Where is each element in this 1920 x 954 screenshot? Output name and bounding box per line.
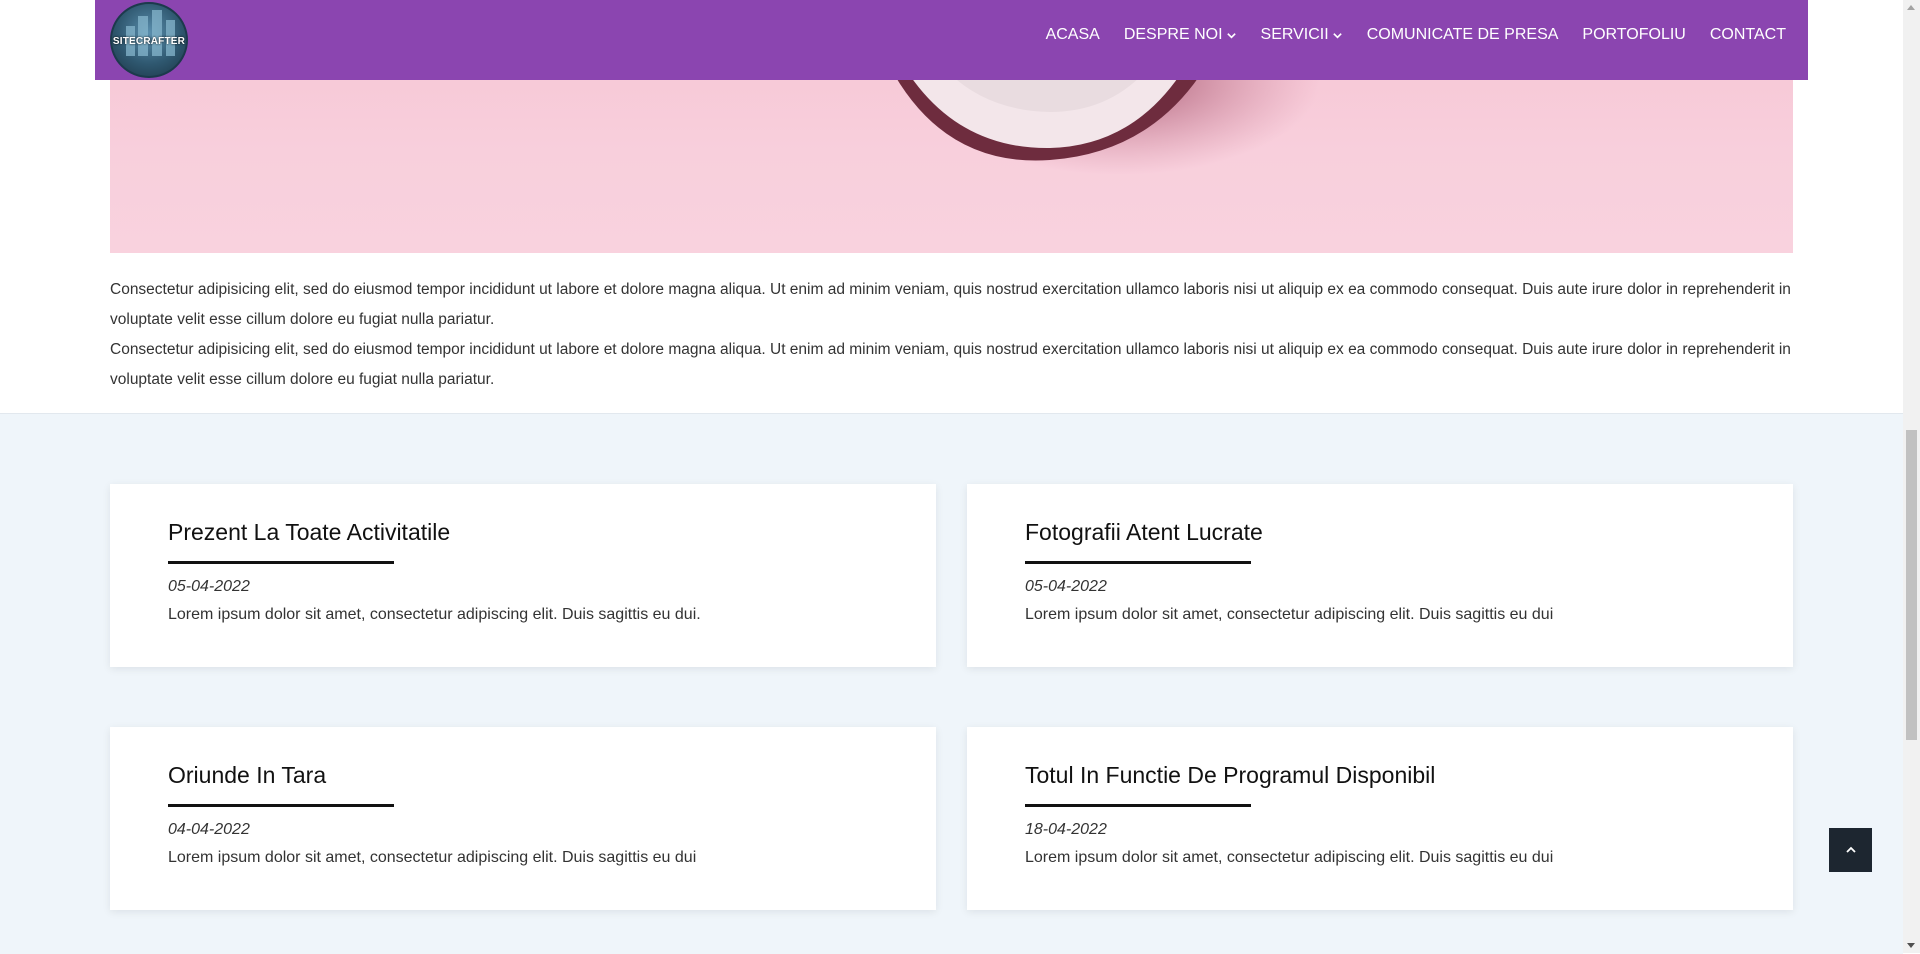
- page-scrollbar[interactable]: [1903, 0, 1920, 953]
- nav-label: CONTACT: [1709, 26, 1786, 43]
- card-date: 05-04-2022: [168, 578, 250, 595]
- nav-label: ACASA: [1045, 26, 1100, 43]
- content-text: Consectetur adipisicing elit, sed do eiu…: [110, 275, 1800, 395]
- scrollbar-thumb[interactable]: [1906, 430, 1917, 740]
- card-date: 18-04-2022: [1025, 821, 1107, 838]
- feature-card: Prezent La Toate Activitatile 05-04-2022…: [110, 484, 936, 667]
- paragraph: Consectetur adipisicing elit, sed do eiu…: [110, 281, 1791, 328]
- card-description: Lorem ipsum dolor sit amet, consectetur …: [168, 849, 697, 866]
- scroll-down-arrow-icon[interactable]: [1907, 943, 1915, 948]
- card-title: Fotografii Atent Lucrate: [1025, 519, 1263, 545]
- nav-label: COMUNICATE DE PRESA: [1366, 26, 1559, 43]
- feature-card: Oriunde In Tara 04-04-2022 Lorem ipsum d…: [110, 727, 936, 910]
- feature-card: Totul In Functie De Programul Disponibil…: [967, 727, 1793, 910]
- card-description: Lorem ipsum dolor sit amet, consectetur …: [168, 606, 701, 623]
- site-logo[interactable]: SITECRAFTER: [110, 2, 188, 78]
- card-date: 05-04-2022: [1025, 578, 1107, 595]
- logo-text: SITECRAFTER: [112, 36, 186, 47]
- nav-label: DESPRE NOI: [1123, 26, 1223, 43]
- chevron-down-icon: [1332, 32, 1342, 39]
- card-description: Lorem ipsum dolor sit amet, consectetur …: [1025, 606, 1554, 623]
- paragraph: Consectetur adipisicing elit, sed do eiu…: [110, 341, 1791, 388]
- card-title: Oriunde In Tara: [168, 762, 327, 788]
- card-divider: [168, 561, 394, 564]
- card-date: 04-04-2022: [168, 821, 250, 838]
- card-divider: [168, 804, 394, 807]
- feature-card: Fotografii Atent Lucrate 05-04-2022 Lore…: [967, 484, 1793, 667]
- card-title: Prezent La Toate Activitatile: [168, 519, 451, 545]
- card-divider: [1025, 561, 1251, 564]
- nav-label: PORTOFOLIU: [1582, 26, 1686, 43]
- card-divider: [1025, 804, 1251, 807]
- nav-item-comunicate-de-presa[interactable]: COMUNICATE DE PRESA: [1367, 26, 1559, 44]
- chevron-down-icon: [1226, 32, 1236, 39]
- site-header: SITECRAFTER ACASA DESPRE NOI SERVICII CO…: [95, 0, 1808, 80]
- back-to-top-button[interactable]: [1829, 828, 1872, 872]
- nav-item-servicii[interactable]: SERVICII: [1261, 26, 1343, 44]
- scroll-up-arrow-icon[interactable]: [1907, 5, 1915, 10]
- nav-item-portofoliu[interactable]: PORTOFOLIU: [1582, 26, 1685, 44]
- nav-item-acasa[interactable]: ACASA: [1046, 26, 1100, 44]
- nav-item-despre-noi[interactable]: DESPRE NOI: [1124, 26, 1237, 44]
- card-title: Totul In Functie De Programul Disponibil: [1025, 762, 1436, 788]
- main-nav: ACASA DESPRE NOI SERVICII COMUNICATE DE …: [1022, 0, 1786, 70]
- card-description: Lorem ipsum dolor sit amet, consectetur …: [1025, 849, 1554, 866]
- chevron-up-icon: [1845, 846, 1856, 853]
- nav-label: SERVICII: [1260, 26, 1329, 43]
- features-section: Prezent La Toate Activitatile 05-04-2022…: [0, 413, 1903, 954]
- nav-item-contact[interactable]: CONTACT: [1710, 26, 1786, 44]
